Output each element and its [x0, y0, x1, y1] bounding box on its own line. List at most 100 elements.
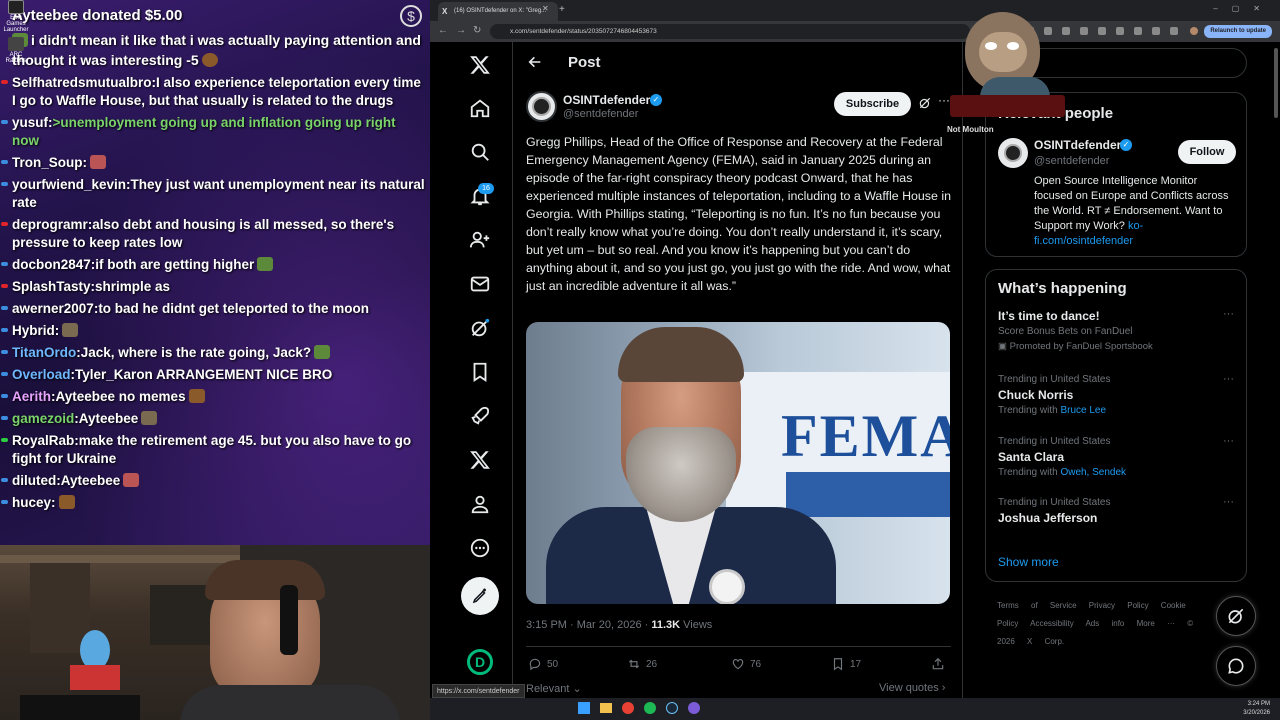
- address-bar[interactable]: x.com/sentdefender/status/20350727468044…: [490, 24, 970, 39]
- x-logo-icon[interactable]: [467, 52, 493, 78]
- premium-x-icon[interactable]: [467, 447, 493, 473]
- post-time[interactable]: 3:15 PM · Mar 20, 2026 ·: [526, 619, 651, 631]
- grok-icon[interactable]: [467, 315, 493, 341]
- post-timestamp-views: 3:15 PM · Mar 20, 2026 · 11.3K Views: [526, 619, 713, 631]
- reply-button[interactable]: 50: [528, 657, 558, 671]
- chat-message: awerner2007:to bad he didnt get teleport…: [0, 298, 430, 320]
- chat-message: TitanOrdo:Jack, where is the rate going,…: [0, 342, 430, 364]
- profile-avatar[interactable]: [1190, 27, 1198, 35]
- chat-text: if both are getting higher: [95, 257, 255, 272]
- extension-icon[interactable]: [1152, 27, 1160, 35]
- bookmark-button[interactable]: 17: [831, 657, 861, 671]
- bookmarks-icon[interactable]: [467, 359, 493, 385]
- grok-fab-icon[interactable]: [1216, 596, 1256, 636]
- chat-message: docbon2847:if both are getting higher: [0, 254, 430, 276]
- trend-item[interactable]: Trending in United States Chuck Norris T…: [998, 373, 1238, 418]
- chat-username[interactable]: deprogramr: [12, 217, 88, 232]
- extension-icon[interactable]: [1062, 27, 1070, 35]
- home-icon[interactable]: [467, 95, 493, 121]
- back-icon[interactable]: ←: [438, 25, 448, 37]
- file-explorer-icon[interactable]: [600, 703, 612, 713]
- trend-more-icon[interactable]: ···: [1223, 373, 1234, 385]
- chat-message: diluted:Ayteebee: [0, 470, 430, 492]
- trend-item[interactable]: Trending in United States Joshua Jeffers…: [998, 496, 1238, 526]
- verified-badge-icon: ✓: [1120, 139, 1132, 151]
- back-arrow-icon[interactable]: [527, 54, 543, 70]
- replies-sort-dropdown[interactable]: Relevant ⌄: [526, 682, 582, 695]
- extension-icon[interactable]: [1170, 27, 1178, 35]
- grok-explain-icon[interactable]: [918, 96, 932, 110]
- relevant-person-name[interactable]: OSINTdefender: [1034, 138, 1121, 152]
- chat-username[interactable]: docbon2847: [12, 257, 91, 272]
- taskbar-clock[interactable]: 3:24 PM 3/20/2026: [1243, 700, 1270, 718]
- chat-username[interactable]: Tron_Soup: [12, 155, 83, 170]
- repost-button[interactable]: 26: [627, 657, 657, 671]
- author-handle[interactable]: @sentdefender: [563, 108, 638, 120]
- follow-icon[interactable]: [467, 227, 493, 253]
- messages-icon[interactable]: [467, 271, 493, 297]
- spotify-icon[interactable]: [644, 702, 656, 714]
- footer-links[interactable]: Terms of Service Privacy Policy Cookie P…: [997, 597, 1217, 651]
- chat-emote-icon: [141, 411, 158, 425]
- divider: [526, 646, 951, 647]
- browser-tab[interactable]: X (16) OSINTdefender on X: "Greg...: [438, 2, 558, 21]
- extension-icon[interactable]: [1080, 27, 1088, 35]
- steam-icon[interactable]: [666, 702, 678, 714]
- extension-icon[interactable]: [1116, 27, 1124, 35]
- chat-username[interactable]: yourfwiend_kevin: [12, 177, 126, 192]
- obs-icon[interactable]: [688, 702, 700, 714]
- messages-fab-icon[interactable]: [1216, 646, 1256, 686]
- arc-raiders-desktop-icon[interactable]: ARC Raiders: [0, 37, 32, 64]
- dhs-seal-icon: [709, 569, 745, 604]
- compose-post-button[interactable]: [461, 577, 499, 615]
- chat-username[interactable]: Overload: [12, 367, 71, 382]
- chat-username[interactable]: SplashTasty: [12, 279, 91, 294]
- chat-username[interactable]: Aerith: [12, 389, 51, 404]
- epic-games-desktop-icon[interactable]: Epic Games Launcher: [0, 0, 32, 33]
- extension-icon[interactable]: [1134, 27, 1142, 35]
- more-icon[interactable]: [467, 535, 493, 561]
- profile-icon[interactable]: [467, 491, 493, 517]
- new-tab-icon[interactable]: +: [559, 4, 565, 16]
- trend-more-icon[interactable]: ···: [1223, 496, 1234, 508]
- trend-item[interactable]: It’s time to dance! Score Bonus Bets on …: [998, 308, 1238, 354]
- more-options-icon[interactable]: ···: [938, 93, 950, 107]
- subscribe-button[interactable]: Subscribe: [834, 92, 911, 116]
- chat-username[interactable]: awerner2007: [12, 301, 94, 316]
- follow-button[interactable]: Follow: [1178, 140, 1236, 164]
- forward-icon[interactable]: →: [456, 25, 466, 37]
- chat-username[interactable]: yusuf: [12, 115, 48, 130]
- post-image[interactable]: FEMA: [526, 322, 950, 604]
- extension-icon[interactable]: [1098, 27, 1106, 35]
- start-icon[interactable]: [578, 702, 590, 714]
- trend-item[interactable]: Trending in United States Santa Clara Tr…: [998, 435, 1238, 480]
- like-button[interactable]: 76: [731, 657, 761, 671]
- author-avatar[interactable]: [526, 91, 557, 122]
- relaunch-update-button[interactable]: Relaunch to update: [1204, 25, 1272, 38]
- chat-username[interactable]: RoyalRab: [12, 433, 74, 448]
- chat-username[interactable]: hucey: [12, 495, 51, 510]
- chat-username[interactable]: Hybrid: [12, 323, 55, 338]
- relevant-person-handle[interactable]: @sentdefender: [1034, 155, 1109, 167]
- chat-username[interactable]: diluted: [12, 473, 56, 488]
- trend-more-icon[interactable]: ···: [1223, 435, 1234, 447]
- tab-close-icon[interactable]: ✕: [542, 4, 549, 13]
- show-more-link[interactable]: Show more: [998, 555, 1059, 569]
- view-quotes-link[interactable]: View quotes ›: [879, 682, 945, 694]
- donation-line: Ayteebee donated $5.00: [0, 0, 430, 28]
- relevant-person-avatar[interactable]: [998, 138, 1028, 168]
- rocket-icon[interactable]: [467, 403, 493, 429]
- explore-icon[interactable]: [467, 139, 493, 165]
- plush-toy: [80, 630, 110, 670]
- page-scrollbar[interactable]: [1274, 48, 1278, 118]
- share-button[interactable]: [931, 657, 950, 671]
- reload-icon[interactable]: ↻: [473, 25, 481, 37]
- trend-more-icon[interactable]: ···: [1223, 308, 1234, 320]
- account-avatar[interactable]: D: [467, 649, 493, 675]
- post-text: Gregg Phillips, Head of the Office of Re…: [526, 135, 951, 293]
- chrome-icon[interactable]: [622, 702, 634, 714]
- window-controls[interactable]: –▢✕: [1213, 4, 1274, 13]
- chat-username[interactable]: gamezoid: [12, 411, 74, 426]
- author-name[interactable]: OSINTdefender: [563, 93, 650, 107]
- chat-username[interactable]: TitanOrdo: [12, 345, 76, 360]
